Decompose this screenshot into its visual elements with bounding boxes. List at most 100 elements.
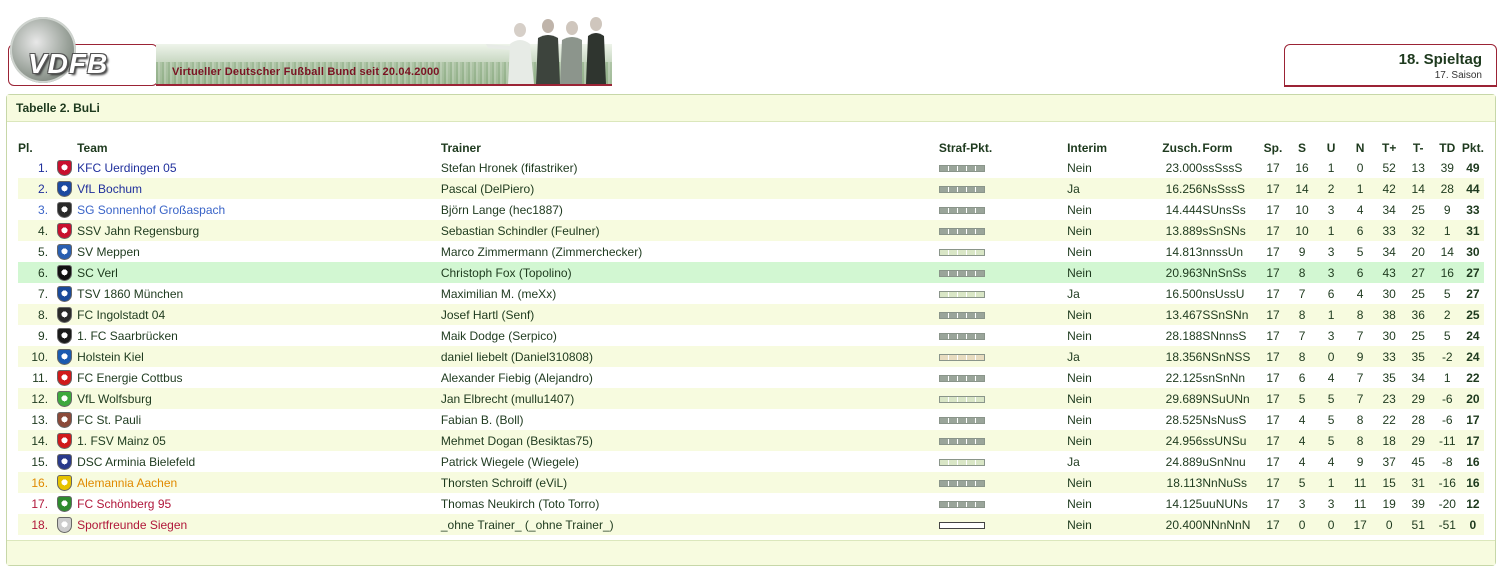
penalty-points-cell	[938, 241, 1067, 262]
goal-diff-cell: 39	[1440, 160, 1454, 175]
team-crest-icon[interactable]	[57, 306, 73, 323]
draws-cell: 0	[1316, 514, 1346, 535]
goal-diff-cell: 9	[1443, 202, 1451, 217]
team-link[interactable]: Sportfreunde Siegen	[77, 518, 187, 532]
team-cell: Alemannia Aachen	[77, 472, 441, 493]
points-cell: 20	[1461, 388, 1484, 409]
logo-text[interactable]: VDFB	[28, 48, 108, 80]
team-crest-icon[interactable]	[57, 474, 73, 491]
team-link[interactable]: VfL Wolfsburg	[77, 392, 152, 406]
spectators-cell: 13.467	[1162, 304, 1203, 325]
team-crest-cell	[52, 325, 77, 346]
col-team: Team	[77, 141, 108, 155]
goals-for-cell: 43	[1374, 262, 1404, 283]
team-crest-icon[interactable]	[57, 180, 73, 197]
team-link[interactable]: FC Ingolstadt 04	[77, 308, 165, 322]
team-link[interactable]: FC St. Pauli	[77, 413, 141, 427]
goals-against-cell: 27	[1403, 262, 1433, 283]
penalty-points-bar	[938, 521, 985, 529]
team-crest-icon[interactable]	[57, 285, 73, 302]
draws-cell: 5	[1316, 430, 1346, 451]
team-link[interactable]: TSV 1860 München	[77, 287, 183, 301]
team-crest-icon[interactable]	[57, 369, 73, 386]
team-link[interactable]: SC Verl	[77, 266, 118, 280]
team-link[interactable]: FC Energie Cottbus	[77, 371, 182, 385]
team-crest-icon[interactable]	[57, 159, 73, 176]
col-draws: U	[1326, 141, 1336, 155]
team-crest-icon[interactable]	[57, 327, 73, 344]
place-cell: 15.	[31, 454, 49, 469]
team-crest-icon[interactable]	[57, 264, 73, 281]
goals-for-cell: 23	[1374, 388, 1404, 409]
spectators-cell: 14.125	[1165, 496, 1203, 511]
team-crest-icon[interactable]	[57, 348, 73, 365]
team-crest-icon[interactable]	[57, 495, 73, 512]
penalty-points-cell	[938, 430, 1068, 451]
place-cell: 14.	[18, 430, 53, 451]
goal-diff-cell: -6	[1432, 388, 1462, 409]
goals-for-cell: 30	[1382, 286, 1396, 301]
col-form: Form	[1202, 141, 1233, 155]
losses-cell: 0	[1356, 160, 1364, 175]
games-cell: 17	[1266, 412, 1280, 427]
form-cell: ssUNSu	[1202, 430, 1259, 451]
team-link[interactable]: SG Sonnenhof Großaspach	[77, 203, 225, 217]
team-link[interactable]: 1. FSV Mainz 05	[77, 434, 166, 448]
wins-cell: 6	[1298, 370, 1306, 385]
form-cell: ssSssS	[1202, 160, 1243, 175]
team-crest-icon[interactable]	[57, 390, 73, 407]
table-row: 6. SC Verl Christoph Fox (Topolino) Nein 20.…	[18, 262, 1484, 283]
team-link[interactable]: 1. FC Saarbrücken	[77, 329, 178, 343]
penalty-points-bar	[938, 185, 985, 193]
wins-cell: 8	[1287, 346, 1317, 367]
team-link[interactable]: Holstein Kiel	[77, 350, 144, 364]
interim-cell: Ja	[1067, 454, 1080, 469]
team-crest-icon[interactable]	[57, 411, 73, 428]
team-link[interactable]: Alemannia Aachen	[77, 476, 177, 490]
penalty-points-cell	[938, 304, 1068, 325]
team-link[interactable]: FC Schönberg 95	[77, 497, 171, 511]
losses-cell: 8	[1345, 430, 1375, 451]
team-crest-icon[interactable]	[57, 453, 73, 470]
penalty-points-bar	[938, 395, 985, 403]
team-crest-cell	[52, 367, 77, 388]
team-link[interactable]: VfL Bochum	[77, 182, 142, 196]
games-cell: 17	[1258, 388, 1288, 409]
team-link[interactable]: SV Meppen	[77, 245, 140, 259]
team-cell: SG Sonnenhof Großaspach	[77, 199, 441, 220]
team-crest-cell	[52, 283, 77, 304]
team-crest-cell	[52, 157, 77, 178]
team-link[interactable]: SSV Jahn Regensburg	[77, 224, 199, 238]
spectators-cell: 18.113	[1162, 472, 1203, 493]
team-crest-icon[interactable]	[57, 243, 73, 260]
wins-cell: 7	[1298, 286, 1306, 301]
wins-cell: 0	[1287, 514, 1317, 535]
wins-cell: 10	[1287, 220, 1317, 241]
team-link[interactable]: DSC Arminia Bielefeld	[77, 455, 195, 469]
trainer-name: Mehmet Dogan (Besiktas75)	[440, 430, 939, 451]
place-cell: 10.	[18, 346, 53, 367]
losses-cell: 9	[1356, 454, 1364, 469]
team-crest-icon[interactable]	[57, 516, 73, 533]
spectators-cell: 16.256	[1162, 178, 1203, 199]
place-cell: 5.	[38, 244, 49, 259]
team-crest-icon[interactable]	[57, 432, 73, 449]
table-row: 1. KFC Uerdingen 05 Stefan Hronek (fifastr…	[18, 157, 1484, 178]
team-crest-icon[interactable]	[57, 222, 73, 239]
penalty-points-cell	[938, 283, 1067, 304]
losses-cell: 8	[1345, 304, 1375, 325]
points-cell: 22	[1466, 370, 1480, 385]
games-cell: 17	[1258, 304, 1288, 325]
site-header: VDFB Virtueller Deutscher Fußball Bund s…	[0, 0, 1503, 92]
team-crest-icon[interactable]	[57, 201, 73, 218]
spectators-cell: 24.889	[1165, 454, 1203, 469]
draws-cell: 4	[1327, 370, 1335, 385]
team-link[interactable]: KFC Uerdingen 05	[77, 161, 176, 175]
goal-diff-cell: 16	[1432, 262, 1462, 283]
table-row: 16. Alemannia Aachen Thorsten Schroiff (eV…	[18, 472, 1484, 493]
panel-footer	[7, 540, 1495, 565]
team-crest-cell	[52, 241, 77, 262]
games-cell: 17	[1258, 262, 1288, 283]
interim-cell: Nein	[1067, 220, 1163, 241]
trainer-name: Maik Dodge (Serpico)	[440, 328, 557, 343]
